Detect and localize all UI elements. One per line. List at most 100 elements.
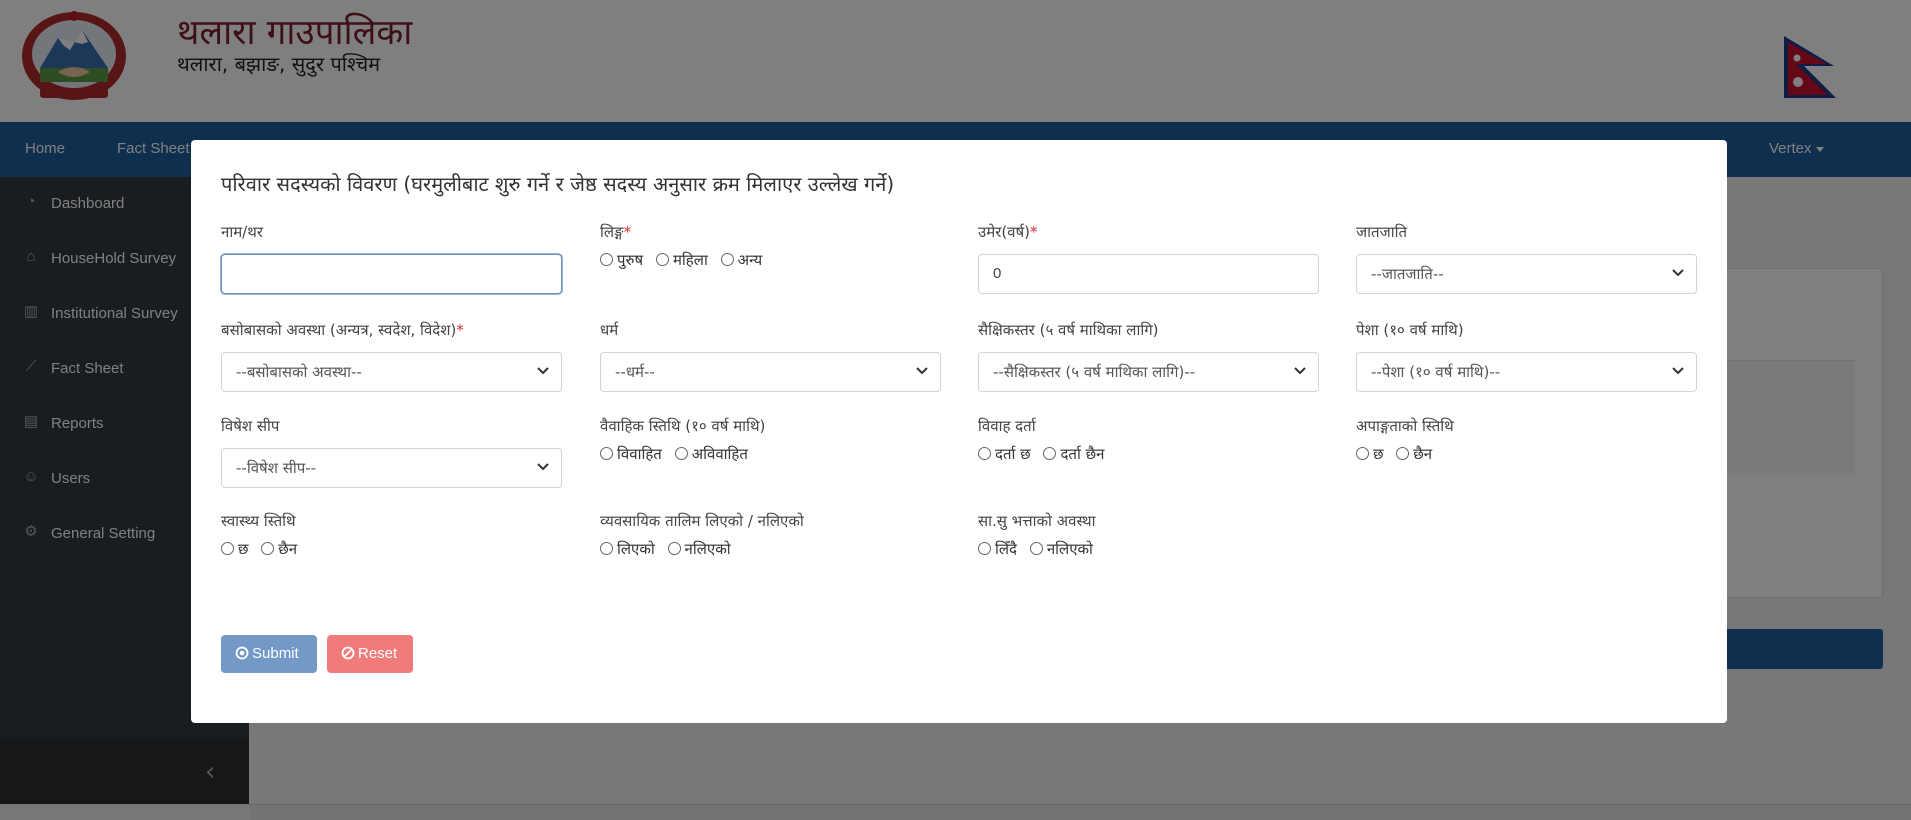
radio-label: छ <box>1373 445 1384 463</box>
radio-circle[interactable] <box>600 253 613 266</box>
marital-label: वैवाहिक स्तिथि (१० वर्ष माथि) <box>600 417 766 435</box>
religion-field-group: धर्म --धर्म-- <box>600 320 941 392</box>
residence-label-text: बसोबासको अवस्था (अन्यत्र, स्वदेश, विदेश) <box>221 321 457 339</box>
radio-label: नलिएको <box>1046 540 1093 558</box>
radio-label: लिएको <box>617 540 655 558</box>
education-select-value: --सैक्षिकस्तर (५ वर्ष माथिका लागि)-- <box>993 363 1196 381</box>
radio-circle[interactable] <box>667 542 681 555</box>
allowance-label: सा.सु भत्ताको अवस्था <box>978 512 1096 530</box>
allowance-radio-not-receiving[interactable]: नलिएको <box>1029 539 1093 559</box>
radio-circle[interactable] <box>1396 447 1410 460</box>
radio-circle[interactable] <box>600 542 613 555</box>
training-radio-group: लिएको नलिएको <box>600 539 941 559</box>
chevron-down-icon <box>1672 269 1684 277</box>
training-field-group: व्यवसायिक तालिम लिएको / नलिएको लिएको नलि… <box>600 511 941 559</box>
radio-label: अविवाहित <box>691 445 748 463</box>
age-field-group: उमेर(वर्ष)* 0 <box>978 222 1319 294</box>
caste-label: जातजाति <box>1356 223 1408 241</box>
radio-circle[interactable] <box>221 542 234 555</box>
radio-label: छैन <box>278 540 298 558</box>
occupation-field-group: पेशा (१० वर्ष माथि) --पेशा (१० वर्ष माथि… <box>1356 320 1697 392</box>
required-marker: * <box>1030 223 1038 241</box>
marriage-reg-radio-yes[interactable]: दर्ता छ <box>978 444 1031 464</box>
occupation-label: पेशा (१० वर्ष माथि) <box>1356 321 1464 339</box>
submit-label: Submit <box>252 645 299 662</box>
required-marker: * <box>623 223 632 241</box>
radio-label: दर्ता छ <box>995 445 1031 463</box>
residence-label: बसोबासको अवस्था (अन्यत्र, स्वदेश, विदेश)… <box>221 320 562 344</box>
radio-circle[interactable] <box>261 542 275 555</box>
name-input[interactable] <box>221 254 562 294</box>
disability-radio-no[interactable]: छैन <box>1396 444 1432 464</box>
radio-label: महिला <box>672 251 708 269</box>
disability-radio-group: छ छैन <box>1356 444 1697 464</box>
health-label: स्वास्थ्य स्तिथि <box>221 512 296 530</box>
disability-radio-yes[interactable]: छ <box>1356 444 1384 464</box>
training-label: व्यवसायिक तालिम लिएको / नलिएको <box>600 512 804 530</box>
radio-label: छ <box>238 540 249 558</box>
chevron-down-icon <box>1672 367 1684 375</box>
gender-radio-female[interactable]: महिला <box>655 250 708 270</box>
chevron-down-icon <box>537 367 549 375</box>
health-radio-group: छ छैन <box>221 539 562 559</box>
skill-field-group: विषेश सीप --विषेश सीप-- <box>221 416 562 488</box>
health-field-group: स्वास्थ्य स्तिथि छ छैन <box>221 511 562 559</box>
radio-label: लिँदै <box>995 540 1018 558</box>
radio-circle[interactable] <box>674 447 688 460</box>
training-radio-not-taken[interactable]: नलिएको <box>667 539 731 559</box>
health-radio-no[interactable]: छैन <box>261 539 297 559</box>
marriage-reg-label: विवाह दर्ता <box>978 417 1036 435</box>
marital-radio-unmarried[interactable]: अविवाहित <box>674 444 748 464</box>
residence-select[interactable]: --बसोबासको अवस्था-- <box>221 352 562 392</box>
gender-label: लिङ्ग* <box>600 222 941 246</box>
radio-circle[interactable] <box>655 253 669 266</box>
education-select[interactable]: --सैक्षिकस्तर (५ वर्ष माथिका लागि)-- <box>978 352 1319 392</box>
circle-dot-icon <box>235 646 249 660</box>
radio-circle[interactable] <box>978 542 991 555</box>
reset-label: Reset <box>358 645 398 662</box>
gender-label-text: लिङ्ग <box>600 223 624 241</box>
gender-field-group: लिङ्ग* पुरुष महिला अन्य <box>600 222 941 270</box>
caste-select-value: --जातजाति-- <box>1371 265 1444 283</box>
gender-radio-male[interactable]: पुरुष <box>600 250 643 270</box>
religion-label: धर्म <box>600 321 619 339</box>
skill-select-value: --विषेश सीप-- <box>236 459 317 477</box>
required-marker: * <box>456 321 464 339</box>
radio-label: नलिएको <box>684 540 731 558</box>
marital-radio-married[interactable]: विवाहित <box>600 444 662 464</box>
radio-circle[interactable] <box>720 253 734 266</box>
chevron-down-icon <box>537 463 549 471</box>
residence-field-group: बसोबासको अवस्था (अन्यत्र, स्वदेश, विदेश)… <box>221 320 562 392</box>
radio-circle[interactable] <box>1356 447 1369 460</box>
religion-select[interactable]: --धर्म-- <box>600 352 941 392</box>
radio-circle[interactable] <box>978 447 991 460</box>
health-radio-yes[interactable]: छ <box>221 539 249 559</box>
radio-label: छैन <box>1413 445 1433 463</box>
radio-label: दर्ता छैन <box>1060 445 1105 463</box>
age-input[interactable]: 0 <box>978 254 1319 294</box>
disability-label: अपाङ्गताको स्तिथि <box>1356 417 1454 435</box>
caste-select[interactable]: --जातजाति-- <box>1356 254 1697 294</box>
training-radio-taken[interactable]: लिएको <box>600 539 655 559</box>
gender-radio-group: पुरुष महिला अन्य <box>600 250 941 270</box>
radio-circle[interactable] <box>600 447 613 460</box>
chevron-down-icon <box>916 367 928 375</box>
name-field-group: नाम/थर <box>221 222 562 294</box>
disability-field-group: अपाङ्गताको स्तिथि छ छैन <box>1356 416 1697 464</box>
ban-icon <box>341 646 355 660</box>
allowance-radio-receiving[interactable]: लिँदै <box>978 539 1017 559</box>
gender-radio-other[interactable]: अन्य <box>720 250 762 270</box>
name-label: नाम/थर <box>221 223 263 241</box>
submit-button[interactable]: Submit <box>221 635 317 673</box>
skill-select[interactable]: --विषेश सीप-- <box>221 448 562 488</box>
occupation-select[interactable]: --पेशा (१० वर्ष माथि)-- <box>1356 352 1697 392</box>
marital-field-group: वैवाहिक स्तिथि (१० वर्ष माथि) विवाहित अव… <box>600 416 941 464</box>
marriage-reg-radio-no[interactable]: दर्ता छैन <box>1043 444 1104 464</box>
radio-circle[interactable] <box>1029 542 1043 555</box>
age-label-text: उमेर(वर्ष) <box>978 223 1031 241</box>
reset-button[interactable]: Reset <box>327 635 413 673</box>
education-field-group: सैक्षिकस्तर (५ वर्ष माथिका लागि) --सैक्ष… <box>978 320 1319 392</box>
radio-circle[interactable] <box>1043 447 1057 460</box>
marriage-reg-radio-group: दर्ता छ दर्ता छैन <box>978 444 1319 464</box>
skill-label: विषेश सीप <box>221 417 280 435</box>
